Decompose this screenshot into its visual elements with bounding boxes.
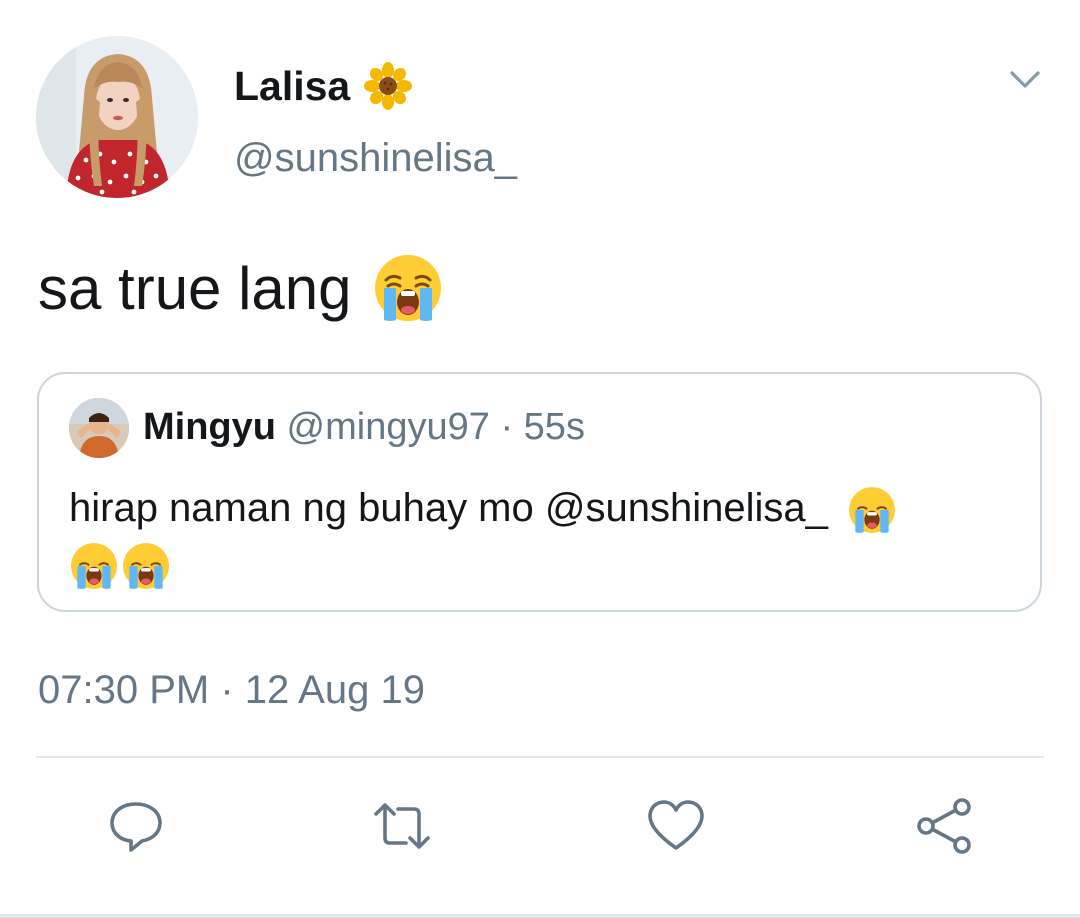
- reply-button[interactable]: [106, 796, 166, 856]
- bottom-divider: [0, 914, 1080, 918]
- author-handle[interactable]: @sunshinelisa_: [234, 136, 517, 181]
- quoted-tweet-text: hirap naman ng buhay mo @sunshinelisa_: [69, 480, 1009, 592]
- tweet-timestamp[interactable]: 07:30 PM · 12 Aug 19: [38, 668, 425, 713]
- quoted-author-avatar[interactable]: [69, 398, 129, 458]
- share-icon: [917, 798, 971, 854]
- quoted-author-avatar-image: [69, 398, 129, 458]
- tweet-detail: Lalisa @sunshinelisa_ sa true lang Mingy…: [0, 0, 1080, 918]
- retweet-icon: [374, 803, 430, 849]
- action-bar-divider: [36, 756, 1044, 758]
- retweet-button[interactable]: [372, 796, 432, 856]
- loudly-crying-face-icon: [123, 543, 169, 590]
- loudly-crying-face-icon: [849, 487, 895, 534]
- quoted-author-handle[interactable]: @mingyu97: [287, 406, 490, 448]
- share-button[interactable]: [914, 796, 974, 856]
- heart-icon: [648, 800, 704, 850]
- quoted-tweet-separator: ·: [500, 406, 514, 448]
- tweet-text: sa true lang: [38, 252, 444, 324]
- loudly-crying-face-icon: [71, 543, 117, 590]
- reply-icon: [110, 802, 162, 852]
- author-avatar[interactable]: [36, 36, 198, 198]
- quoted-tweet-card[interactable]: Mingyu @mingyu97 · 55s hirap naman ng bu…: [37, 372, 1042, 612]
- quoted-tweet-text-content: hirap naman ng buhay mo @sunshinelisa_: [69, 486, 828, 530]
- author-avatar-image: [36, 36, 198, 198]
- author-display-name[interactable]: Lalisa: [234, 63, 350, 110]
- tweet-text-content: sa true lang: [38, 254, 352, 322]
- like-button[interactable]: [646, 796, 706, 856]
- quoted-tweet-time: 55s: [523, 406, 585, 448]
- author-name-row[interactable]: Lalisa: [234, 58, 413, 114]
- chevron-down-icon[interactable]: [1006, 60, 1044, 98]
- loudly-crying-face-icon: [374, 255, 441, 321]
- quoted-tweet-header: Mingyu @mingyu97 · 55s: [143, 406, 585, 449]
- sunflower-icon: [364, 62, 413, 110]
- quoted-author-display-name[interactable]: Mingyu: [143, 406, 276, 448]
